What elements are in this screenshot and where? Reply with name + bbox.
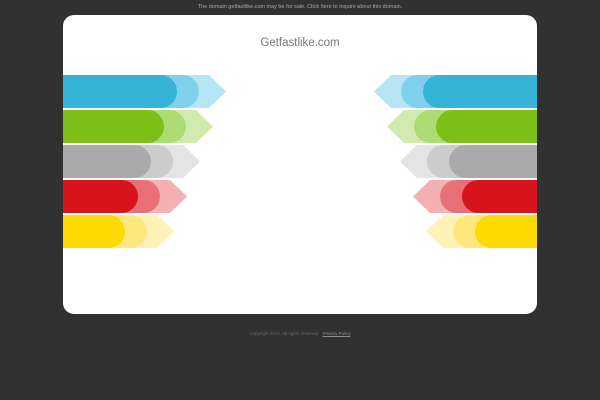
right-arrow-green-dark	[436, 110, 537, 143]
left-arrow-red-dark	[63, 180, 138, 213]
content-card: Getfastlike.com	[63, 15, 537, 314]
left-arrow-green-dark	[63, 110, 164, 143]
domain-sale-notice[interactable]: The domain getfastlike.com may be for sa…	[0, 4, 600, 10]
privacy-policy-link[interactable]: Privacy Policy	[323, 331, 351, 336]
left-arrow-blue-dark	[63, 75, 177, 108]
right-arrow-red-dark	[462, 180, 537, 213]
right-arrow-blue-dark	[423, 75, 537, 108]
copyright-text: Copyright 2014. All rights reserved.	[249, 331, 320, 336]
right-arrow-gray-dark	[449, 145, 537, 178]
footer: Copyright 2014. All rights reserved. Pri…	[0, 331, 600, 336]
left-arrow-yellow-dark	[63, 215, 125, 248]
decorative-arrows	[63, 75, 537, 248]
right-arrow-yellow-dark	[475, 215, 537, 248]
left-arrow-gray-dark	[63, 145, 151, 178]
